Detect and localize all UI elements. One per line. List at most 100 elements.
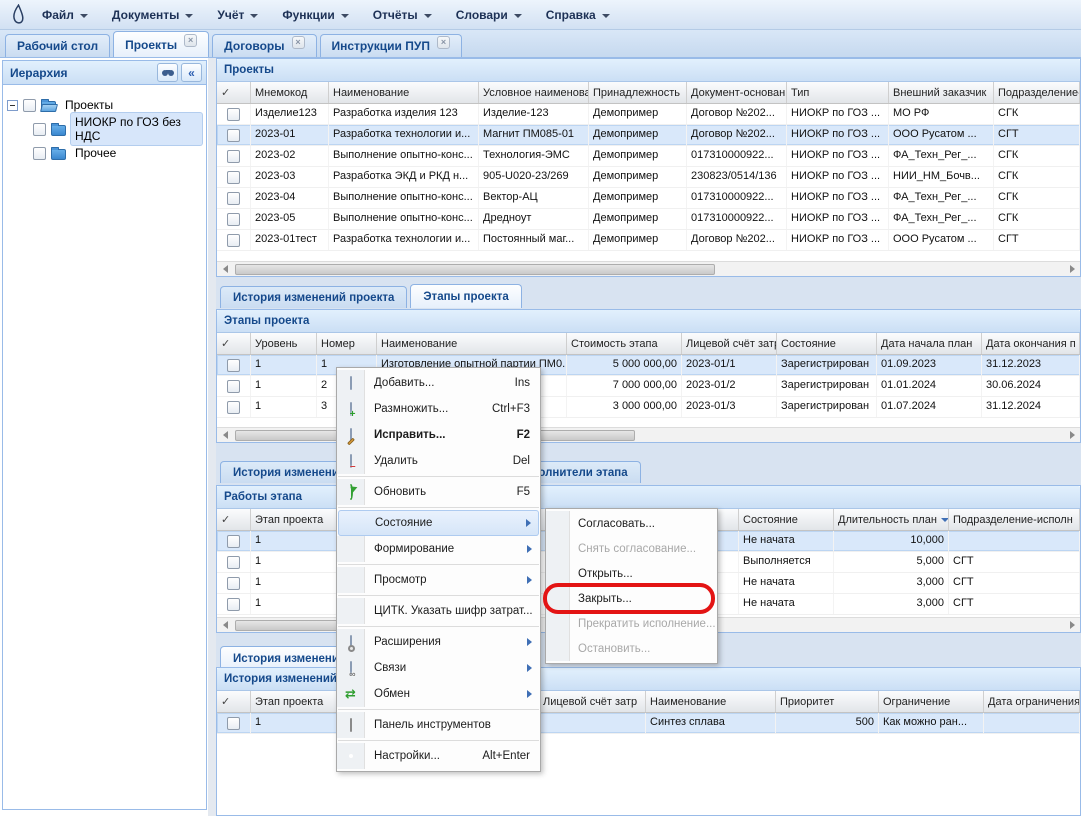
column-header[interactable]: Уровень: [251, 333, 317, 354]
table-row[interactable]: 2023-02Выполнение опытно-конс...Технолог…: [217, 146, 1080, 167]
table-row[interactable]: 2023-03Разработка ЭКД и РКД н...905-U020…: [217, 167, 1080, 188]
menu-accounting[interactable]: Учёт: [205, 3, 270, 27]
column-header[interactable]: Тип: [787, 82, 889, 103]
close-icon[interactable]: ×: [437, 36, 450, 49]
context-menu-item[interactable]: Исправить...F2: [337, 422, 540, 448]
submenu-item[interactable]: Закрыть...: [546, 586, 717, 611]
tab-projects[interactable]: Проекты×: [113, 31, 209, 57]
column-header[interactable]: Мнемокод: [251, 82, 329, 103]
column-header[interactable]: Наименование: [646, 691, 776, 712]
column-header[interactable]: Стоимость этапа: [567, 333, 682, 354]
menu-reports[interactable]: Отчёты: [361, 3, 444, 27]
context-menu-item[interactable]: –УдалитьDel: [337, 448, 540, 474]
row-checkbox[interactable]: [227, 171, 240, 184]
row-checkbox[interactable]: [227, 717, 240, 730]
context-menu-item[interactable]: ⇄Обмен: [337, 681, 540, 707]
select-all-header[interactable]: ✓: [217, 82, 251, 103]
column-header[interactable]: Состояние: [739, 509, 834, 530]
collapse-icon[interactable]: «: [181, 63, 202, 82]
tree-checkbox[interactable]: [33, 123, 46, 136]
horizontal-scrollbar[interactable]: [217, 261, 1080, 276]
tree-item-niokr[interactable]: НИОКР по ГОЗ без НДС: [7, 117, 202, 141]
scrollbar-thumb[interactable]: [235, 264, 715, 275]
select-all-header[interactable]: ✓: [217, 509, 251, 530]
table-row[interactable]: 2023-01Разработка технологии и...Магнит …: [217, 125, 1080, 146]
column-header[interactable]: Внешний заказчик: [889, 82, 994, 103]
column-header[interactable]: Приоритет: [776, 691, 879, 712]
table-row[interactable]: 2023-01тестРазработка технологии и...Пос…: [217, 230, 1080, 251]
menu-functions[interactable]: Функции: [270, 3, 360, 27]
menu-dictionaries[interactable]: Словари: [444, 3, 534, 27]
tab-contracts[interactable]: Договоры×: [212, 34, 316, 57]
collapse-expander-icon[interactable]: [7, 100, 18, 111]
context-menu-item[interactable]: Просмотр: [337, 567, 540, 593]
context-menu-item[interactable]: ∞Связи: [337, 655, 540, 681]
tab-project-history[interactable]: История изменений проекта: [220, 286, 407, 308]
table-row[interactable]: 2023-04Выполнение опытно-конс...Вектор-А…: [217, 188, 1080, 209]
tab-project-stages[interactable]: Этапы проекта: [410, 284, 521, 308]
column-header[interactable]: Лицевой счёт затр: [539, 691, 646, 712]
context-menu-item[interactable]: Панель инструментов: [337, 712, 540, 738]
context-menu-item[interactable]: Настройки...Alt+Enter: [337, 743, 540, 769]
close-icon[interactable]: ×: [292, 36, 305, 49]
table-row[interactable]: 2023-05Выполнение опытно-конс...Дредноут…: [217, 209, 1080, 230]
column-header[interactable]: Дата начала план: [877, 333, 982, 354]
row-checkbox[interactable]: [227, 234, 240, 247]
scroll-left-icon[interactable]: [217, 428, 233, 443]
select-all-header[interactable]: ✓: [217, 691, 251, 712]
row-checkbox[interactable]: [227, 380, 240, 393]
row-checkbox[interactable]: [227, 535, 240, 548]
column-header[interactable]: Дата ограничения: [984, 691, 1080, 712]
menu-file[interactable]: Файл: [30, 3, 100, 27]
row-checkbox[interactable]: [227, 108, 240, 121]
column-header[interactable]: Длительность план: [834, 509, 949, 530]
sidebar-splitter[interactable]: [208, 58, 216, 816]
close-icon[interactable]: ×: [184, 34, 197, 47]
context-menu-item[interactable]: +Размножить...Ctrl+F3: [337, 396, 540, 422]
tree-checkbox[interactable]: [23, 99, 36, 112]
table-row[interactable]: Изделие123Разработка изделия 123Изделие-…: [217, 104, 1080, 125]
column-header[interactable]: Наименование: [377, 333, 567, 354]
context-menu-item[interactable]: ОбновитьF5: [337, 479, 540, 505]
tree-checkbox[interactable]: [33, 147, 46, 160]
submenu-item: Остановить...: [546, 636, 717, 661]
column-header[interactable]: Документ-основан: [687, 82, 787, 103]
row-checkbox[interactable]: [227, 401, 240, 414]
submenu-item[interactable]: Открыть...: [546, 561, 717, 586]
context-menu-item[interactable]: Формирование: [337, 536, 540, 562]
select-all-header[interactable]: ✓: [217, 333, 251, 354]
row-checkbox[interactable]: [227, 213, 240, 226]
menu-documents[interactable]: Документы: [100, 3, 205, 27]
menu-help[interactable]: Справка: [534, 3, 622, 27]
context-menu-item[interactable]: Расширения: [337, 629, 540, 655]
scroll-left-icon[interactable]: [217, 262, 233, 277]
column-header[interactable]: Дата окончания п: [982, 333, 1080, 354]
scroll-right-icon[interactable]: [1064, 618, 1080, 633]
row-checkbox[interactable]: [227, 129, 240, 142]
row-checkbox[interactable]: [227, 150, 240, 163]
tab-instructions[interactable]: Инструкции ПУП×: [320, 34, 462, 57]
column-header[interactable]: Ограничение: [879, 691, 984, 712]
row-checkbox[interactable]: [227, 192, 240, 205]
column-header[interactable]: Наименование: [329, 82, 479, 103]
column-header[interactable]: Подразделение-от: [994, 82, 1080, 103]
row-checkbox[interactable]: [227, 598, 240, 611]
binoculars-icon[interactable]: [157, 63, 178, 82]
column-header[interactable]: Принадлежность: [589, 82, 687, 103]
row-checkbox[interactable]: [227, 577, 240, 590]
column-header[interactable]: Состояние: [777, 333, 877, 354]
column-header[interactable]: Номер: [317, 333, 377, 354]
context-menu-item[interactable]: Состояние: [338, 510, 539, 536]
context-menu-item[interactable]: ЦИТК. Указать шифр затрат...: [337, 598, 540, 624]
scroll-right-icon[interactable]: [1064, 428, 1080, 443]
submenu-item[interactable]: Согласовать...: [546, 511, 717, 536]
scroll-right-icon[interactable]: [1064, 262, 1080, 277]
column-header[interactable]: Подразделение-исполн: [949, 509, 1080, 530]
context-menu-item[interactable]: Добавить...Ins: [337, 370, 540, 396]
column-header[interactable]: Лицевой счёт затрат.: [682, 333, 777, 354]
row-checkbox[interactable]: [227, 556, 240, 569]
column-header[interactable]: Условное наименова: [479, 82, 589, 103]
row-checkbox[interactable]: [227, 359, 240, 372]
scroll-left-icon[interactable]: [217, 618, 233, 633]
tab-desktop[interactable]: Рабочий стол: [5, 34, 110, 57]
